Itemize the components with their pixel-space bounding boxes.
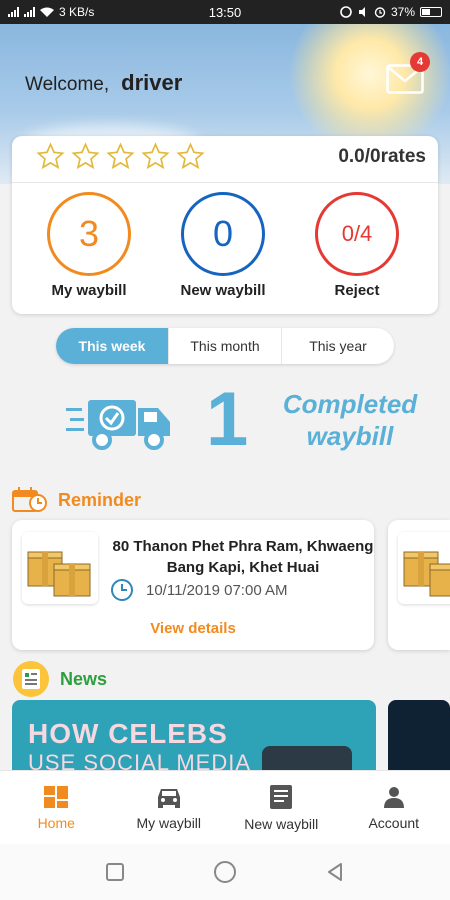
battery-icon (420, 7, 442, 17)
tab-this-year[interactable]: This year (282, 328, 394, 364)
tab-this-week[interactable]: This week (56, 328, 169, 364)
new-waybill-label: New waybill (180, 282, 266, 299)
nav-my-waybill[interactable]: My waybill (113, 771, 226, 844)
car-icon (157, 788, 180, 808)
welcome-text: Welcome, driver (25, 70, 182, 96)
news-banner[interactable]: HOW CELEBS USE SOCIAL MEDIA (12, 700, 376, 780)
stat-reject[interactable]: 0/4 Reject (292, 192, 422, 299)
package-icon (27, 551, 91, 597)
completed-count: 1 (206, 377, 249, 462)
tab-this-month[interactable]: This month (169, 328, 282, 364)
reject-count: 0/4 (315, 192, 399, 276)
reminder-card-next[interactable] (388, 520, 450, 650)
package-icon (403, 551, 450, 597)
news-banner-next[interactable] (388, 700, 450, 780)
rating-stars (36, 142, 205, 171)
mail-badge: 4 (410, 52, 430, 72)
alarm-icon (374, 7, 386, 18)
sun-decoration (290, 24, 450, 154)
calendar-clock-icon (12, 487, 47, 512)
reminder-header: Reminder (12, 486, 141, 514)
status-bar: 3 KB/s 13:50 37% (0, 0, 450, 24)
star-icon (36, 142, 65, 170)
star-icon (71, 142, 100, 170)
new-waybill-count: 0 (181, 192, 265, 276)
my-waybill-count: 3 (47, 192, 131, 276)
clock-icon (111, 579, 133, 601)
bottom-nav: Home My waybill New waybill Account (0, 770, 450, 844)
summary-card: 0.0/0rates 3 My waybill 0 New waybill 0/… (12, 136, 438, 314)
delivery-truck-icon (66, 400, 170, 450)
home-button[interactable] (213, 860, 237, 884)
signal-icon-2 (24, 7, 35, 17)
system-nav-bar (0, 844, 450, 900)
wifi-icon (40, 7, 54, 17)
reminder-address: 80 Thanon Phet Phra Ram, Khwaeng Bang Ka… (112, 538, 374, 576)
star-icon (106, 142, 135, 170)
stat-new-waybill[interactable]: 0 New waybill (158, 192, 288, 299)
nav-home[interactable]: Home (0, 771, 113, 844)
period-tabs: This week This month This year (56, 328, 394, 364)
person-icon (383, 786, 404, 808)
battery-percent: 37% (390, 5, 415, 19)
package-thumbnail (22, 532, 98, 604)
star-icon (176, 142, 205, 170)
welcome-label: Welcome, (25, 74, 110, 95)
news-banner-line1: HOW CELEBS (28, 718, 228, 749)
mute-icon (358, 7, 365, 17)
news-title: News (60, 668, 108, 689)
home-icon (44, 785, 69, 808)
back-button[interactable] (325, 862, 345, 882)
completed-label: Completed waybill (270, 388, 430, 452)
nav-new-waybill-label: New waybill (244, 815, 319, 832)
signal-icon (8, 7, 19, 17)
username: driver (121, 70, 183, 95)
reminder-time-row: 10/11/2019 07:00 AM (110, 578, 288, 602)
view-details-link[interactable]: View details (12, 620, 374, 637)
document-icon (270, 784, 293, 809)
reminder-datetime: 10/11/2019 07:00 AM (146, 581, 288, 599)
news-icon (13, 661, 49, 697)
nav-new-waybill[interactable]: New waybill (225, 771, 338, 844)
clock: 13:50 (208, 4, 242, 20)
news-header: News (12, 660, 107, 698)
star-icon (141, 142, 170, 170)
nav-account-label: Account (368, 814, 420, 831)
sync-icon (340, 6, 352, 18)
reminder-card[interactable]: 80 Thanon Phet Phra Ram, Khwaeng Bang Ka… (12, 520, 374, 650)
reject-label: Reject (334, 282, 380, 299)
rating-text: 0.0/0rates (338, 146, 426, 167)
reminder-title: Reminder (58, 489, 142, 510)
nav-my-waybill-label: My waybill (136, 814, 202, 831)
divider (12, 182, 438, 183)
stat-my-waybill[interactable]: 3 My waybill (24, 192, 154, 299)
completed-line1: Completed (282, 389, 418, 419)
completed-line2: waybill (306, 421, 394, 451)
recents-button[interactable] (105, 862, 125, 882)
nav-account[interactable]: Account (338, 771, 450, 844)
nav-home-label: Home (37, 814, 75, 831)
network-speed: 3 KB/s (59, 5, 95, 19)
my-waybill-label: My waybill (51, 282, 127, 299)
package-thumbnail (398, 532, 450, 604)
